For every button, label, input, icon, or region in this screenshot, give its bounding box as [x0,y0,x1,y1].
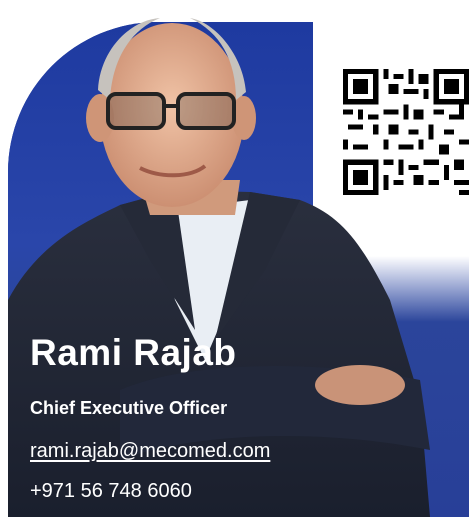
contact-title: Chief Executive Officer [30,398,228,418]
contact-phone[interactable]: +971 56 748 6060 [30,480,192,503]
qr-code-icon[interactable] [343,66,469,198]
contact-name: Rami Rajab [30,332,237,373]
contact-email-link[interactable]: rami.rajab@mecomed.com [30,440,270,463]
